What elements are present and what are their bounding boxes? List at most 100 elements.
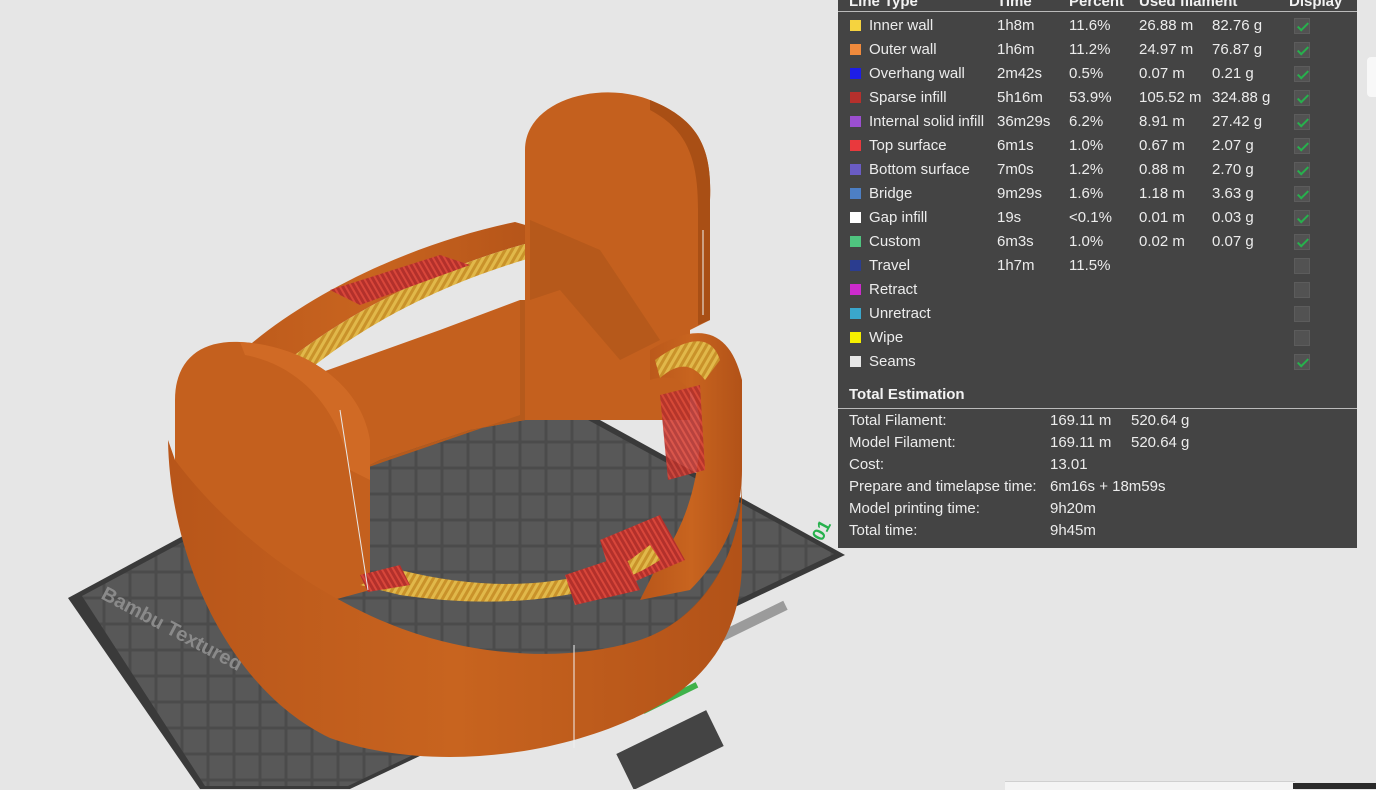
legend-row-outer-wall: Outer wall 1h6m 11.2% 24.97 m 76.87 g: [838, 38, 1357, 62]
display-checkbox[interactable]: [1294, 282, 1310, 298]
percent-value: 11.5%: [1069, 257, 1111, 274]
line-type-name: Custom: [869, 233, 921, 250]
time-value: 5h16m: [997, 89, 1043, 106]
legend-row-internal-solid-infill: Internal solid infill 36m29s 6.2% 8.91 m 27.…: [838, 110, 1357, 134]
time-value: 6m1s: [997, 137, 1034, 154]
legend-row-unretract: Unretract: [838, 302, 1357, 326]
filament-weight: 0.07 g: [1212, 233, 1254, 250]
display-checkbox[interactable]: [1294, 210, 1310, 226]
total-label: Prepare and timelapse time:: [849, 478, 1037, 495]
filament-weight: 3.63 g: [1212, 185, 1254, 202]
filament-length: 8.91 m: [1139, 113, 1185, 130]
filament-length: 24.97 m: [1139, 41, 1194, 58]
time-value: 1h8m: [997, 17, 1035, 34]
display-checkbox[interactable]: [1294, 18, 1310, 34]
line-type-name: Seams: [869, 353, 916, 370]
color-swatch: [850, 68, 861, 79]
percent-value: 1.6%: [1069, 185, 1104, 202]
total-value: 169.11 m: [1050, 434, 1112, 451]
line-type-name: Bridge: [869, 185, 913, 202]
percent-value: 6.2%: [1069, 113, 1104, 130]
display-checkbox[interactable]: [1294, 186, 1310, 202]
display-checkbox[interactable]: [1294, 162, 1310, 178]
color-swatch: [850, 284, 861, 295]
filament-length: 0.67 m: [1139, 137, 1185, 154]
color-swatch: [850, 164, 861, 175]
display-checkbox[interactable]: [1294, 306, 1310, 322]
line-type-name: Gap infill: [869, 209, 928, 226]
percent-value: 53.9%: [1069, 89, 1112, 106]
color-swatch: [850, 212, 861, 223]
total-row: Cost: 13.01: [838, 454, 1357, 476]
total-label: Total Filament:: [849, 412, 947, 429]
total-value-secondary: 520.64 g: [1131, 434, 1190, 451]
side-panel-tab[interactable]: [1367, 57, 1376, 97]
filament-length: 0.07 m: [1139, 65, 1185, 82]
legend-row-retract: Retract: [838, 278, 1357, 302]
display-checkbox[interactable]: [1294, 258, 1310, 274]
total-label: Total time:: [849, 522, 918, 539]
percent-value: 1.0%: [1069, 137, 1104, 154]
total-row: Model Filament: 169.11 m 520.64 g: [838, 432, 1357, 454]
total-row: Total Filament: 169.11 m 520.64 g: [838, 410, 1357, 432]
display-checkbox[interactable]: [1294, 90, 1310, 106]
display-checkbox[interactable]: [1294, 66, 1310, 82]
display-checkbox[interactable]: [1294, 138, 1310, 154]
slice-legend-panel: Line Type Time Percent Used filament Dis…: [838, 0, 1357, 548]
total-value-secondary: 520.64 g: [1131, 412, 1190, 429]
line-type-name: Travel: [869, 257, 911, 274]
display-checkbox[interactable]: [1294, 234, 1310, 250]
filament-length: 0.02 m: [1139, 233, 1185, 250]
color-swatch: [850, 116, 861, 127]
total-value: 13.01: [1050, 456, 1088, 473]
filament-length: 0.01 m: [1139, 209, 1185, 226]
filament-length: 26.88 m: [1139, 17, 1194, 34]
line-type-name: Sparse infill: [869, 89, 947, 106]
line-type-name: Top surface: [869, 137, 947, 154]
legend-row-bottom-surface: Bottom surface 7m0s 1.2% 0.88 m 2.70 g: [838, 158, 1357, 182]
time-value: 6m3s: [997, 233, 1034, 250]
color-swatch: [850, 260, 861, 271]
filament-weight: 0.21 g: [1212, 65, 1254, 82]
total-label: Model Filament:: [849, 434, 956, 451]
display-checkbox[interactable]: [1294, 114, 1310, 130]
display-checkbox[interactable]: [1294, 354, 1310, 370]
filament-length: 1.18 m: [1139, 185, 1185, 202]
color-swatch: [850, 332, 861, 343]
total-label: Cost:: [849, 456, 885, 473]
line-type-name: Overhang wall: [869, 65, 965, 82]
legend-row-gap-infill: Gap infill 19s <0.1% 0.01 m 0.03 g: [838, 206, 1357, 230]
percent-value: 11.6%: [1069, 17, 1111, 34]
legend-row-overhang-wall: Overhang wall 2m42s 0.5% 0.07 m 0.21 g: [838, 62, 1357, 86]
total-label: Model printing time:: [849, 500, 980, 517]
color-swatch: [850, 188, 861, 199]
time-value: 1h6m: [997, 41, 1035, 58]
color-swatch: [850, 236, 861, 247]
total-estimation-title: Total Estimation: [849, 386, 965, 403]
display-checkbox[interactable]: [1294, 330, 1310, 346]
total-value: 169.11 m: [1050, 412, 1112, 429]
time-value: 19s: [997, 209, 1022, 226]
legend-row-wipe: Wipe: [838, 326, 1357, 350]
percent-value: 11.2%: [1069, 41, 1111, 58]
time-value: 2m42s: [997, 65, 1043, 82]
color-swatch: [850, 92, 861, 103]
legend-row-seams: Seams: [838, 350, 1357, 374]
filament-weight: 2.07 g: [1212, 137, 1254, 154]
percent-value: 0.5%: [1069, 65, 1104, 82]
legend-row-sparse-infill: Sparse infill 5h16m 53.9% 105.52 m 324.88 g: [838, 86, 1357, 110]
legend-row-custom: Custom 6m3s 1.0% 0.02 m 0.07 g: [838, 230, 1357, 254]
legend-row-bridge: Bridge 9m29s 1.6% 1.18 m 3.63 g: [838, 182, 1357, 206]
time-value: 9m29s: [997, 185, 1043, 202]
layer-slider-mini[interactable]: [1293, 783, 1376, 789]
color-swatch: [850, 44, 861, 55]
filament-length: 105.52 m: [1139, 89, 1202, 106]
color-swatch: [850, 140, 861, 151]
total-row: Model printing time: 9h20m: [838, 498, 1357, 520]
sliced-model[interactable]: [168, 92, 742, 758]
total-row: Prepare and timelapse time: 6m16s + 18m59…: [838, 476, 1357, 498]
total-divider: [838, 408, 1357, 409]
total-row: Total time: 9h45m: [838, 520, 1357, 542]
legend-row-travel: Travel 1h7m 11.5%: [838, 254, 1357, 278]
display-checkbox[interactable]: [1294, 42, 1310, 58]
